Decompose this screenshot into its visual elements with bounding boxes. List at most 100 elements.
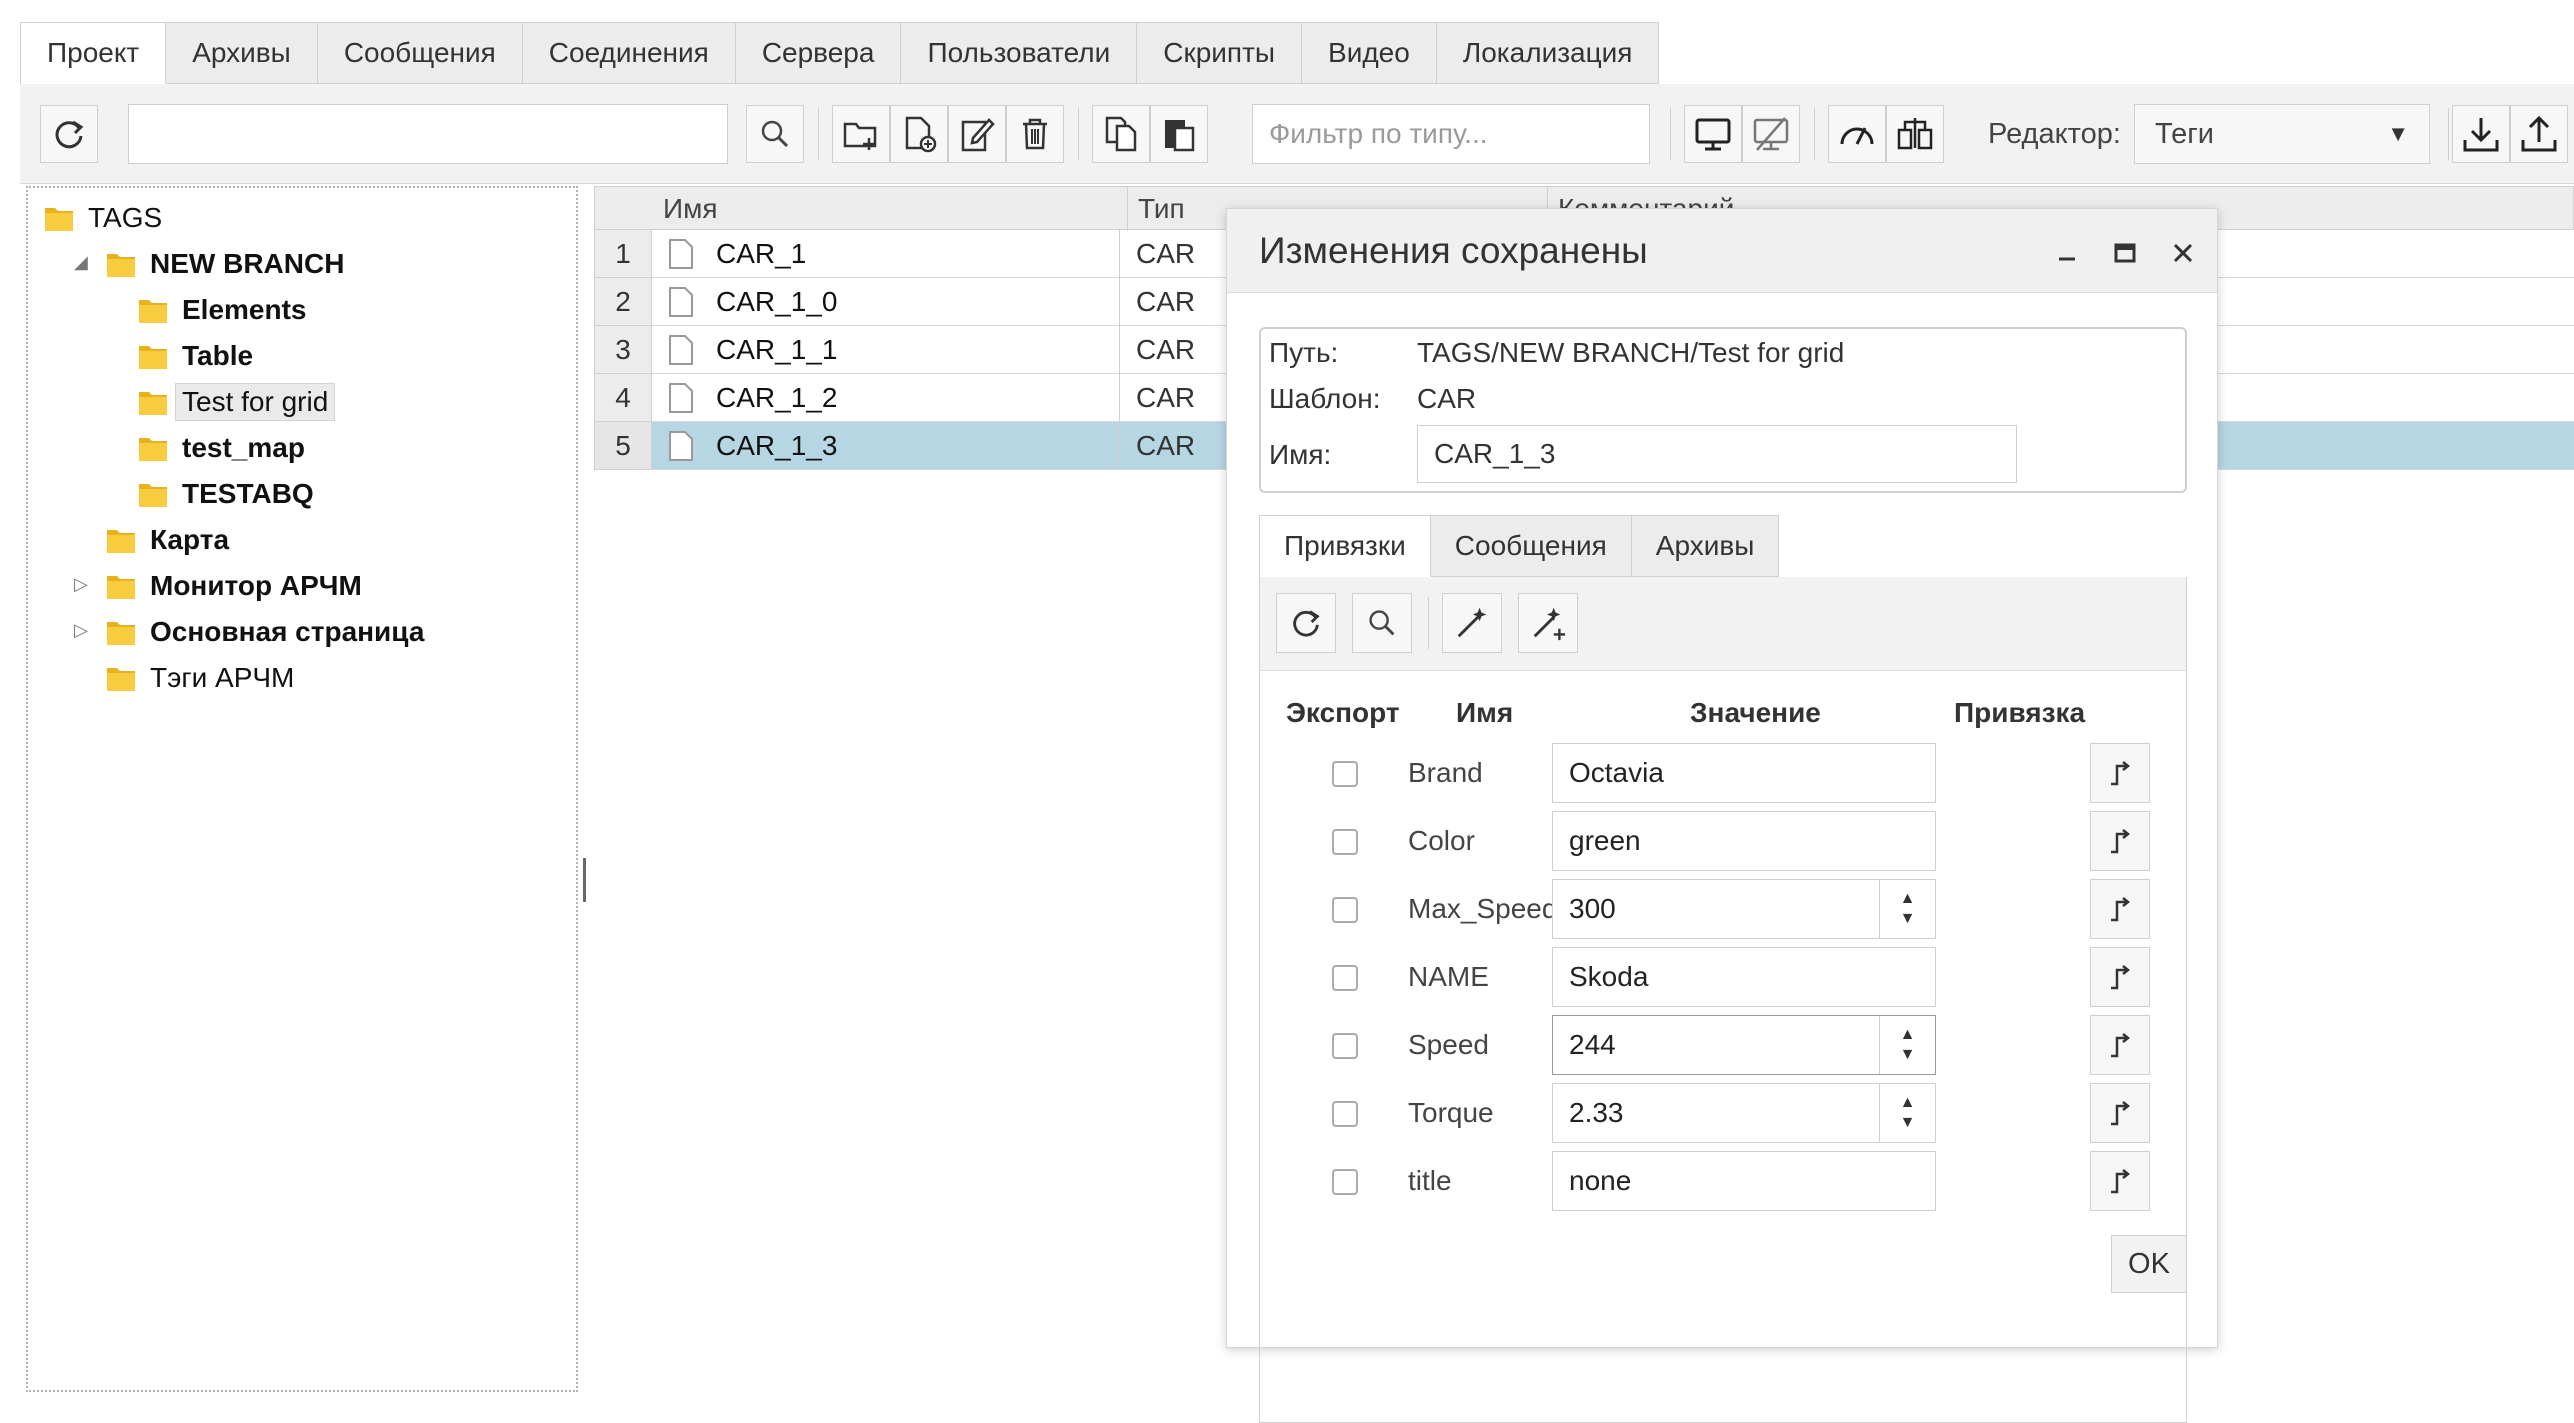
minimize-button[interactable] xyxy=(2047,233,2087,273)
tree-item-test-map[interactable]: test_map xyxy=(138,426,305,470)
path-value: TAGS/NEW BRANCH/Test for grid xyxy=(1417,337,1845,368)
bindings-toolbar xyxy=(1260,577,2186,671)
export-button[interactable] xyxy=(2510,105,2568,163)
tree-item-table[interactable]: Table xyxy=(138,334,253,378)
tab-messages[interactable]: Сообщения xyxy=(317,22,523,84)
tree-item-main-page[interactable]: Основная страница xyxy=(106,610,424,654)
collapsed-arrow-icon[interactable]: ▷ xyxy=(74,620,88,641)
spin-arrows-icon[interactable]: ▲ ▼ xyxy=(1879,1084,1935,1142)
scales-button[interactable] xyxy=(1886,105,1944,163)
tab-messages[interactable]: Сообщения xyxy=(1430,515,1632,577)
tree-item-test-for-grid[interactable]: Test for grid xyxy=(138,380,336,424)
delete-button[interactable] xyxy=(1006,105,1064,163)
folder-icon xyxy=(45,208,73,231)
monitor-off-button[interactable] xyxy=(1742,105,1800,163)
column-header-type[interactable]: Тип xyxy=(1127,187,1185,231)
close-button[interactable] xyxy=(2163,233,2203,273)
property-value-input[interactable]: none xyxy=(1552,1151,1936,1211)
binding-button[interactable] xyxy=(2090,1015,2150,1075)
new-file-button[interactable] xyxy=(890,105,948,163)
name-input[interactable] xyxy=(1417,425,2017,483)
search-button[interactable] xyxy=(746,105,804,163)
folder-icon xyxy=(107,622,135,645)
auto-bind-add-button[interactable] xyxy=(1518,593,1578,653)
ok-button[interactable]: OK xyxy=(2111,1235,2187,1293)
property-value-input[interactable]: green xyxy=(1552,811,1936,871)
caret-down-icon: ▼ xyxy=(2387,121,2409,146)
tree-item-karta[interactable]: Карта xyxy=(106,518,229,562)
folder-icon xyxy=(139,484,167,507)
panel-splitter[interactable] xyxy=(583,858,586,902)
editor-select[interactable]: Теги ▼ xyxy=(2134,104,2430,164)
close-icon xyxy=(2173,243,2193,263)
template-label: Шаблон: xyxy=(1269,383,1381,414)
property-value-stepper[interactable]: 2.33 ▲ ▼ xyxy=(1552,1083,1936,1143)
refresh-button[interactable] xyxy=(40,105,98,163)
tab-connections[interactable]: Соединения xyxy=(522,22,736,84)
upload-icon xyxy=(2521,115,2557,152)
trash-icon xyxy=(1023,118,1047,150)
tab-servers[interactable]: Сервера xyxy=(735,22,902,84)
property-value-stepper[interactable]: 300 ▲ ▼ xyxy=(1552,879,1936,939)
new-folder-button[interactable] xyxy=(832,105,890,163)
gauge-button[interactable] xyxy=(1828,105,1886,163)
export-checkbox[interactable] xyxy=(1332,897,1358,923)
tree-item-monitor[interactable]: Монитор АРЧМ xyxy=(106,564,362,608)
import-button[interactable] xyxy=(2452,105,2510,163)
export-checkbox[interactable] xyxy=(1332,761,1358,787)
binding-button[interactable] xyxy=(2090,947,2150,1007)
export-checkbox[interactable] xyxy=(1332,965,1358,991)
auto-bind-button[interactable] xyxy=(1442,593,1502,653)
tab-scripts[interactable]: Скрипты xyxy=(1137,22,1303,84)
column-header-name[interactable]: Имя xyxy=(653,187,718,231)
binding-icon xyxy=(2111,897,2131,922)
copy-icon xyxy=(1105,116,1137,152)
monitor-button[interactable] xyxy=(1684,105,1742,163)
export-checkbox[interactable] xyxy=(1332,1033,1358,1059)
folder-icon xyxy=(139,392,167,415)
collapsed-arrow-icon[interactable]: ▷ xyxy=(74,574,88,595)
property-name: Brand xyxy=(1408,757,1483,788)
type-filter-input[interactable] xyxy=(1252,104,1650,164)
tree-item-tags-archm[interactable]: Тэги АРЧМ xyxy=(106,656,294,700)
paste-button[interactable] xyxy=(1150,105,1208,163)
property-value-stepper[interactable]: 244 ▲ ▼ xyxy=(1552,1015,1936,1075)
search-input[interactable] xyxy=(128,104,728,164)
tab-project[interactable]: Проект xyxy=(20,22,167,84)
spin-arrows-icon[interactable]: ▲ ▼ xyxy=(1879,1016,1935,1074)
editor-select-value: Теги xyxy=(2155,117,2214,150)
file-icon xyxy=(669,239,693,269)
export-checkbox[interactable] xyxy=(1332,1169,1358,1195)
spin-arrows-icon[interactable]: ▲ ▼ xyxy=(1879,880,1935,938)
property-value-input[interactable]: Skoda xyxy=(1552,947,1936,1007)
tab-archives[interactable]: Архивы xyxy=(1631,515,1780,577)
refresh-button[interactable] xyxy=(1276,593,1336,653)
tab-video[interactable]: Видео xyxy=(1302,22,1437,84)
binding-button[interactable] xyxy=(2090,879,2150,939)
tab-localization[interactable]: Локализация xyxy=(1436,22,1660,84)
column-binding: Привязка xyxy=(1954,697,2086,728)
binding-button[interactable] xyxy=(2090,811,2150,871)
copy-button[interactable] xyxy=(1092,105,1150,163)
tree-item-new-branch[interactable]: NEW BRANCH xyxy=(106,242,344,286)
binding-button[interactable] xyxy=(2090,743,2150,803)
property-value-input[interactable]: Octavia xyxy=(1552,743,1936,803)
magic-wand-plus-icon xyxy=(1533,607,1566,641)
edit-button[interactable] xyxy=(948,105,1006,163)
tab-users[interactable]: Пользователи xyxy=(901,22,1138,84)
tab-bindings[interactable]: Привязки xyxy=(1259,515,1431,577)
export-checkbox[interactable] xyxy=(1332,1101,1358,1127)
binding-button[interactable] xyxy=(2090,1151,2150,1211)
bindings-panel: Экспорт Имя Значение Привязка Brand Octa… xyxy=(1259,577,2187,1423)
tree-item-elements[interactable]: Elements xyxy=(138,288,307,332)
folder-icon xyxy=(139,346,167,369)
expanded-arrow-icon[interactable]: ◢ xyxy=(74,252,88,273)
folder-icon xyxy=(139,438,167,461)
binding-button[interactable] xyxy=(2090,1083,2150,1143)
maximize-button[interactable] xyxy=(2105,233,2145,273)
search-button[interactable] xyxy=(1352,593,1412,653)
export-checkbox[interactable] xyxy=(1332,829,1358,855)
tree-item-tags[interactable]: TAGS xyxy=(44,196,162,240)
tree-item-testabq[interactable]: TESTABQ xyxy=(138,472,314,516)
tab-archives[interactable]: Архивы xyxy=(166,22,318,84)
